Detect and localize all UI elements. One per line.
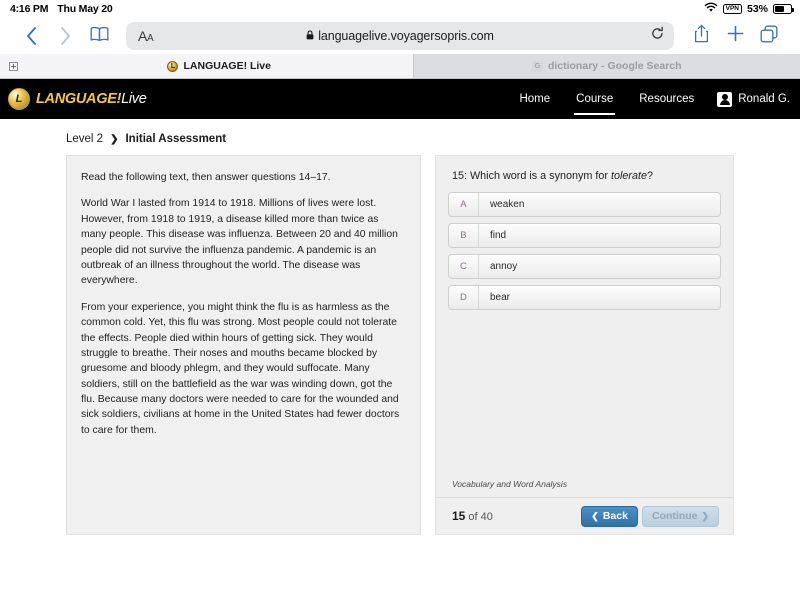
answer-options: A weaken B find C annoy D bear — [436, 192, 733, 310]
continue-button[interactable]: Continue ❯ — [642, 506, 719, 527]
ios-status-bar: 4:16 PM Thu May 20 VPN 53% — [0, 0, 800, 18]
close-tab-button[interactable] — [0, 54, 26, 78]
breadcrumb-level[interactable]: Level 2 — [66, 133, 103, 145]
user-avatar-icon — [717, 92, 732, 107]
show-tabs-button[interactable] — [752, 21, 786, 51]
passage-panel: Read the following text, then answer que… — [66, 155, 421, 535]
address-bar[interactable]: AA languagelive.voyagersopris.com — [126, 22, 674, 50]
chevron-right-icon: ❯ — [701, 511, 709, 522]
lock-icon — [306, 27, 314, 45]
browser-forward-button — [48, 21, 82, 51]
question-stem: 15: Which word is a synonym for tolerate… — [436, 156, 733, 192]
battery-icon — [773, 4, 792, 14]
main-nav: Home Course Resources — [506, 80, 707, 118]
option-letter: A — [449, 193, 479, 216]
share-icon — [694, 24, 709, 48]
tabs-icon — [760, 25, 778, 48]
bookmarks-button[interactable] — [82, 21, 116, 51]
option-letter: D — [449, 286, 479, 309]
user-menu[interactable]: Ronald G. — [717, 92, 790, 107]
battery-percent: 53% — [747, 3, 768, 15]
breadcrumb: Level 2 ❯ Initial Assessment — [0, 119, 800, 155]
back-button[interactable]: ❮ Back — [581, 506, 638, 527]
logo-mark-icon: L — [8, 88, 30, 110]
status-bar-right: VPN 53% — [704, 2, 792, 16]
status-time: 4:16 PM — [10, 3, 48, 15]
answer-option-a[interactable]: A weaken — [448, 192, 721, 217]
option-text: bear — [479, 286, 720, 309]
continue-button-label: Continue — [652, 510, 698, 522]
page-content: Level 2 ❯ Initial Assessment Read the fo… — [0, 119, 800, 600]
tab-strip: L LANGUAGE! Live G dictionary - Google S… — [0, 54, 800, 79]
vpn-badge: VPN — [723, 4, 742, 14]
status-date: Thu May 20 — [57, 3, 112, 15]
browser-back-button[interactable] — [14, 21, 48, 51]
answer-option-c[interactable]: C annoy — [448, 254, 721, 279]
site-header: L LANGUAGE!Live Home Course Resources Ro… — [0, 79, 800, 119]
text-size-small-a: A — [147, 33, 153, 44]
url-text: languagelive.voyagersopris.com — [318, 29, 494, 43]
nav-item-resources[interactable]: Resources — [626, 80, 707, 118]
tab-title: LANGUAGE! Live — [183, 60, 271, 72]
navigation-buttons: ❮ Back Continue ❯ — [581, 506, 719, 527]
new-tab-button[interactable] — [718, 21, 752, 51]
reload-button[interactable] — [651, 27, 664, 46]
passage-paragraph: From your experience, you might think th… — [81, 300, 406, 439]
logo-text-sub: Live — [121, 91, 146, 107]
answer-option-d[interactable]: D bear — [448, 285, 721, 310]
chevron-left-icon: ❮ — [591, 511, 599, 522]
answer-option-b[interactable]: B find — [448, 223, 721, 248]
option-text: find — [479, 224, 720, 247]
option-text: weaken — [479, 193, 720, 216]
logo-text: LANGUAGE!Live — [36, 91, 147, 107]
tab-language-live[interactable]: L LANGUAGE! Live — [26, 54, 413, 78]
address-bar-center: languagelive.voyagersopris.com — [134, 27, 666, 45]
nav-item-course[interactable]: Course — [563, 80, 626, 118]
question-number: 15: — [452, 170, 467, 182]
option-letter: B — [449, 224, 479, 247]
passage-paragraph: World War I lasted from 1914 to 1918. Mi… — [81, 196, 406, 288]
book-icon — [90, 26, 109, 47]
breadcrumb-current: Initial Assessment — [125, 133, 226, 145]
question-stem-before: Which word is a synonym for — [470, 170, 611, 182]
user-name: Ronald G. — [738, 93, 790, 105]
assessment-panels: Read the following text, then answer que… — [0, 155, 800, 535]
nav-item-home[interactable]: Home — [506, 80, 563, 118]
status-bar-left: 4:16 PM Thu May 20 — [10, 3, 112, 15]
tab-title: dictionary - Google Search — [548, 60, 682, 72]
question-stem-target-word: tolerate — [611, 170, 647, 182]
question-stem-after: ? — [647, 170, 653, 182]
browser-toolbar: AA languagelive.voyagersopris.com — [0, 18, 800, 54]
question-spacer — [436, 310, 733, 479]
back-button-label: Back — [603, 510, 628, 522]
chevron-right-icon: ❯ — [110, 134, 118, 145]
language-live-favicon: L — [167, 61, 178, 72]
page-text-size-button[interactable]: AA — [138, 28, 153, 44]
progress-current: 15 — [452, 509, 465, 523]
question-footer: 15 of 40 ❮ Back Continue ❯ — [436, 498, 733, 534]
share-button[interactable] — [684, 21, 718, 51]
option-letter: C — [449, 255, 479, 278]
progress-total: of 40 — [468, 511, 492, 523]
google-favicon: G — [532, 61, 543, 72]
question-panel: 15: Which word is a synonym for tolerate… — [435, 155, 734, 535]
plus-icon — [727, 25, 744, 47]
wifi-icon — [704, 2, 718, 16]
option-text: annoy — [479, 255, 720, 278]
skill-label: Vocabulary and Word Analysis — [436, 479, 733, 498]
close-icon — [9, 62, 18, 71]
site-logo[interactable]: L LANGUAGE!Live — [8, 88, 147, 110]
logo-text-main: LANGUAGE! — [36, 91, 121, 107]
tab-google-search[interactable]: G dictionary - Google Search — [413, 54, 800, 78]
passage-instruction: Read the following text, then answer que… — [81, 170, 406, 185]
progress-counter: 15 of 40 — [452, 509, 493, 523]
